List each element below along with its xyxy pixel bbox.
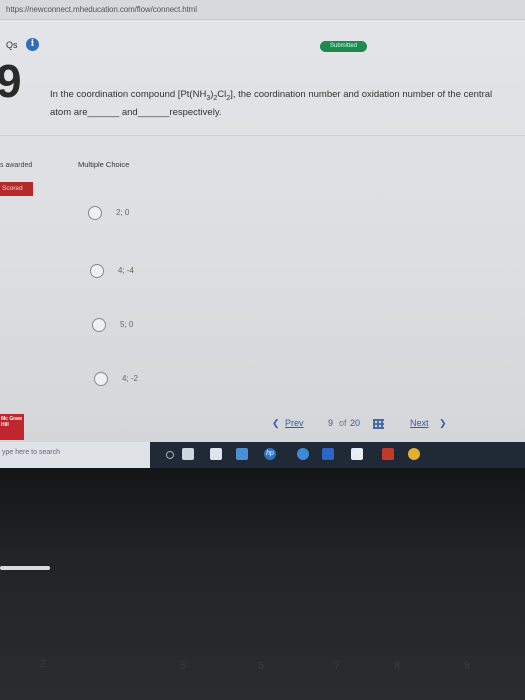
task-view-icon[interactable] (182, 448, 194, 460)
page-of-label: of (339, 418, 347, 428)
cortana-icon[interactable] (166, 451, 174, 459)
mcgraw-hill-logo: Mc Graw Hill (0, 414, 24, 440)
option-label: 2; 0 (116, 208, 130, 217)
question-type-label: Multiple Choice (78, 160, 130, 169)
photos-icon[interactable] (236, 448, 248, 460)
radio-button[interactable] (94, 372, 108, 386)
key-2: 2 (40, 658, 47, 670)
blank-1: ______ (87, 106, 120, 118)
current-page: 9 (328, 418, 334, 428)
question-number: 9 (0, 55, 22, 107)
points-awarded-label: s awarded (0, 162, 33, 169)
option-label: 4; -2 (122, 374, 139, 383)
chevron-right-icon[interactable]: ❯ (439, 418, 447, 429)
keyboard-row: 2 5 6 7 8 9 (0, 638, 525, 700)
option-label: 4; -4 (118, 266, 135, 275)
address-bar[interactable]: https://newconnect.mheducation.com/flow/… (0, 0, 525, 20)
browser-window: https://newconnect.mheducation.com/flow/… (0, 0, 525, 468)
next-button[interactable]: Next (410, 418, 429, 428)
mail-icon[interactable] (351, 448, 363, 460)
info-icon[interactable]: i (26, 38, 39, 51)
key-5: 5 (180, 660, 187, 672)
key-6: 6 (258, 660, 265, 672)
scored-badge: Scored (0, 182, 33, 196)
question-header: Qs i Submitted (0, 20, 525, 70)
total-pages: 20 (350, 418, 361, 428)
radio-button[interactable] (88, 206, 102, 220)
url-text: https://newconnect.mheducation.com/flow/… (6, 5, 197, 14)
radio-button[interactable] (92, 318, 106, 332)
screen-reflection (0, 566, 50, 570)
chrome-icon[interactable] (408, 448, 420, 460)
question-text: In the coordination compound [Pt(NH3)2Cl… (50, 89, 493, 118)
divider (0, 135, 525, 136)
status-badge: Submitted (320, 41, 368, 52)
qs-label: Qs (6, 40, 18, 50)
question-grid-icon[interactable] (373, 419, 384, 429)
windows-taskbar: ype here to search hp (0, 442, 525, 468)
key-8: 8 (394, 660, 401, 672)
hp-icon[interactable]: hp (264, 448, 276, 460)
option-label: 5; 0 (120, 320, 134, 329)
chevron-left-icon[interactable]: ❮ (272, 418, 280, 429)
office-icon[interactable] (382, 448, 394, 460)
prev-button[interactable]: Prev (285, 418, 304, 428)
edge-icon[interactable] (297, 448, 309, 460)
radio-button[interactable] (90, 264, 104, 278)
blank-2: ______ (137, 106, 170, 118)
store-icon[interactable] (322, 448, 334, 460)
taskbar-search[interactable]: ype here to search (0, 442, 150, 468)
key-7: 7 (334, 660, 341, 672)
key-9: 9 (464, 660, 471, 672)
file-explorer-icon[interactable] (210, 448, 222, 460)
